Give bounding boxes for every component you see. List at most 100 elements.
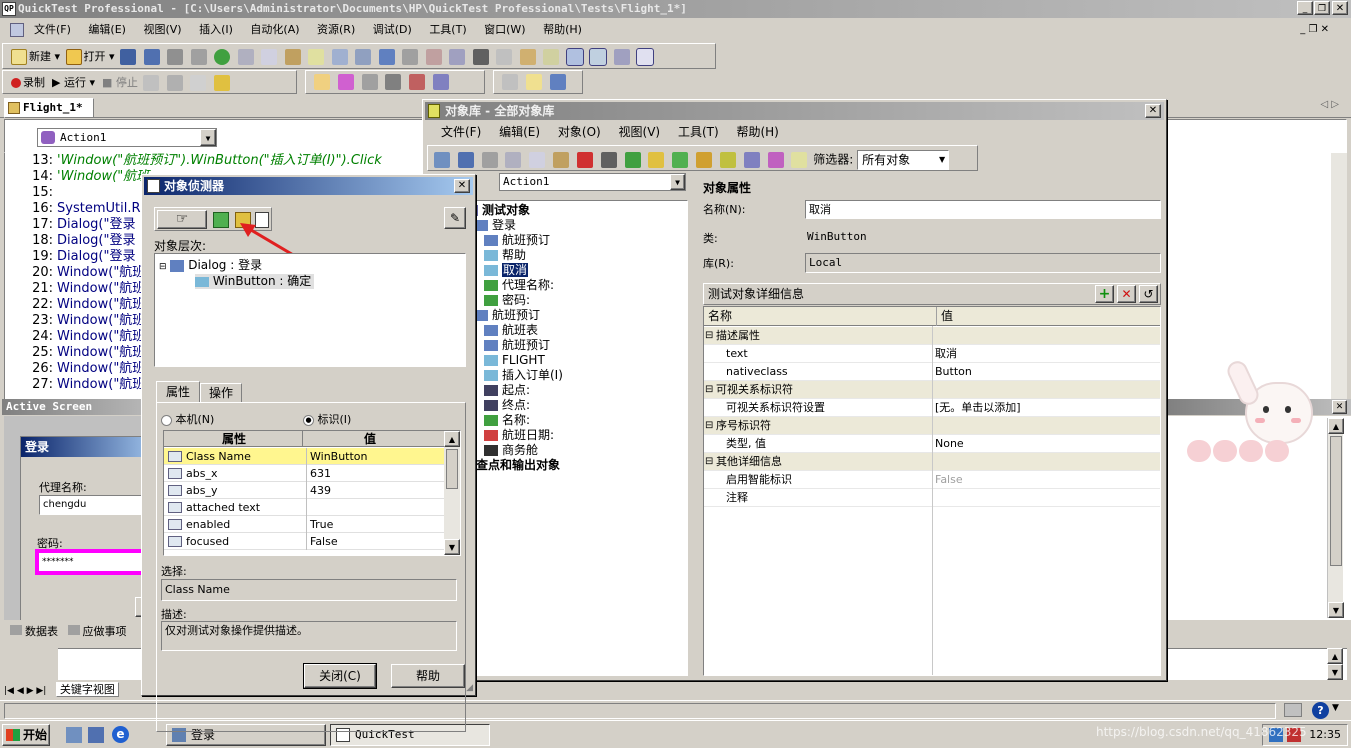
- radio-native[interactable]: 本机(N): [161, 411, 214, 427]
- repo-object-icon[interactable]: [648, 152, 665, 168]
- editor-scrollbar[interactable]: [1331, 153, 1347, 399]
- nav-arrows[interactable]: |◀ ◀ ▶ ▶|: [4, 686, 46, 696]
- paste-icon[interactable]: [284, 49, 301, 65]
- details-grid[interactable]: 名称 值 ⊟ 描述属性 text 取消 nativeclass Button ⊟ 可视关系标识…: [703, 306, 1161, 676]
- help-icon[interactable]: ?: [1312, 702, 1329, 719]
- new-button[interactable]: 新建: [29, 50, 51, 63]
- lower-right-scrollbar[interactable]: ▲ ▼: [1327, 648, 1343, 680]
- menu-debug[interactable]: 调试(D): [373, 23, 412, 36]
- grid-icon[interactable]: [565, 48, 584, 66]
- remove-icon[interactable]: ✕: [1117, 285, 1136, 303]
- spy-close-button[interactable]: 关闭(C): [303, 663, 377, 689]
- sync-icon[interactable]: [549, 74, 566, 90]
- spy-pin-icon[interactable]: ✎: [444, 207, 466, 229]
- start-button[interactable]: 开始: [2, 724, 50, 746]
- close-button[interactable]: ✕: [1332, 1, 1348, 15]
- repo-tree-item[interactable]: 检查点和输出对象: [472, 458, 560, 473]
- tree-winbutton-ok[interactable]: WinButton : 确定: [195, 274, 315, 289]
- pin-icon[interactable]: [314, 74, 330, 90]
- test-object-icon[interactable]: [213, 212, 229, 228]
- step2-icon[interactable]: [355, 49, 372, 65]
- minimize-button[interactable]: _: [1297, 1, 1313, 15]
- refresh-icon[interactable]: ↺: [1139, 285, 1158, 303]
- print-preview-icon[interactable]: [190, 49, 207, 65]
- open-icon[interactable]: [65, 49, 82, 65]
- repo-tree-item[interactable]: 密码:: [484, 293, 530, 308]
- repo-redo-icon[interactable]: [481, 152, 498, 168]
- repo-tree-item[interactable]: 终点:: [484, 398, 530, 413]
- data-table-tab[interactable]: 数据表: [4, 625, 58, 638]
- menu-insert[interactable]: 插入(I): [199, 23, 233, 36]
- replace-icon[interactable]: [449, 49, 466, 65]
- menu-resources[interactable]: 资源(R): [317, 23, 355, 36]
- repo-tree-item[interactable]: 登录: [474, 218, 516, 233]
- print-icon[interactable]: [167, 49, 184, 65]
- quicklaunch-icon-2[interactable]: [88, 727, 104, 743]
- record-icon[interactable]: [11, 78, 21, 88]
- spy-prop-row[interactable]: enabled True: [164, 516, 444, 533]
- repo-object2-icon[interactable]: [672, 152, 689, 168]
- repo-menu-edit[interactable]: 编辑(E): [499, 125, 540, 139]
- tree-icon[interactable]: [613, 49, 630, 65]
- spy-props-grid[interactable]: 属性 值 Class Name WinButton abs_x 631 abs_y 439…: [163, 430, 461, 556]
- run-icon[interactable]: ▶: [52, 76, 60, 89]
- repo-tree-item[interactable]: 测试对象: [472, 203, 530, 218]
- repo-highlight-icon[interactable]: [696, 152, 713, 168]
- qc-icon[interactable]: [214, 49, 231, 65]
- stop-icon[interactable]: ■: [102, 76, 112, 89]
- binoculars-icon[interactable]: [472, 49, 489, 65]
- ie-icon[interactable]: e: [112, 726, 129, 743]
- radio-identify[interactable]: ● 标识(I): [303, 411, 351, 427]
- close-icon[interactable]: ✕: [454, 179, 470, 193]
- connect-icon[interactable]: [385, 74, 402, 90]
- menu-window[interactable]: 窗口(W): [484, 23, 525, 36]
- redo-icon[interactable]: [402, 49, 419, 65]
- resize-grip-icon[interactable]: ◢: [466, 683, 473, 693]
- repo-tree-item[interactable]: 商务舱: [484, 443, 538, 458]
- menu-help[interactable]: 帮助(H): [543, 23, 582, 36]
- cut-icon[interactable]: [237, 49, 254, 65]
- password-field[interactable]: *******: [35, 549, 148, 575]
- chevron-down-icon[interactable]: ▼: [670, 174, 685, 190]
- repo-tree-item[interactable]: 起点:: [484, 383, 530, 398]
- highlight-icon[interactable]: [361, 74, 378, 90]
- low-level-icon[interactable]: [166, 75, 183, 91]
- repo-locate-icon[interactable]: [719, 152, 736, 168]
- step-into-icon[interactable]: [409, 74, 426, 90]
- repo-menu-file[interactable]: 文件(F): [441, 125, 481, 139]
- repo-tree-item[interactable]: 取消: [484, 263, 529, 278]
- close-icon[interactable]: ✕: [1145, 104, 1161, 118]
- analog-icon[interactable]: [143, 75, 160, 91]
- record-button[interactable]: 录制: [23, 76, 45, 89]
- close-icon[interactable]: ✕: [1332, 400, 1347, 414]
- repo-export-icon[interactable]: [434, 152, 450, 168]
- help-dropdown-icon[interactable]: ▼: [1332, 703, 1339, 713]
- repo-tree-item[interactable]: 名称:: [484, 413, 530, 428]
- repo-menu-view[interactable]: 视图(V): [619, 125, 661, 139]
- menu-automation[interactable]: 自动化(A): [250, 23, 299, 36]
- tree-dialog-login[interactable]: ⊟ Dialog : 登录: [159, 258, 262, 275]
- note-icon[interactable]: [525, 74, 542, 90]
- repo-delete-icon[interactable]: [576, 152, 593, 168]
- edit-icon[interactable]: [308, 49, 325, 65]
- undo-icon[interactable]: [378, 49, 395, 65]
- repo-tree-pane[interactable]: 测试对象 登录 航班预订 帮助 取消 代理名称: 密码: 航班预订 航班表 航班预订 FLIGHT 插…: [471, 200, 688, 676]
- repo-tree-item[interactable]: 代理名称:: [484, 278, 554, 293]
- repo-tree-item[interactable]: 航班表: [484, 323, 538, 338]
- spy-grid-scrollbar[interactable]: ▲ ▼: [444, 431, 460, 555]
- repo-add-icon[interactable]: [624, 152, 641, 168]
- object-repo-icon[interactable]: [543, 49, 560, 65]
- keyword-view-tab[interactable]: 关键字视图: [55, 682, 119, 697]
- filter-dropdown[interactable]: 所有对象 ▼: [857, 150, 950, 170]
- spy-prop-row[interactable]: attached text: [164, 499, 444, 516]
- tab-operations[interactable]: 操作: [200, 383, 242, 403]
- spy-prop-row[interactable]: abs_y 439: [164, 482, 444, 499]
- menu-tools[interactable]: 工具(T): [429, 23, 466, 36]
- agent-field[interactable]: chengdu: [39, 495, 148, 515]
- repo-tree-item[interactable]: 航班预订: [474, 308, 540, 323]
- menu-file[interactable]: 文件(F): [34, 23, 71, 36]
- repo-tree-item[interactable]: 帮助: [484, 248, 526, 263]
- name-field[interactable]: 取消: [805, 200, 1161, 219]
- spell-icon[interactable]: [496, 49, 513, 65]
- add-icon[interactable]: +: [1095, 285, 1114, 303]
